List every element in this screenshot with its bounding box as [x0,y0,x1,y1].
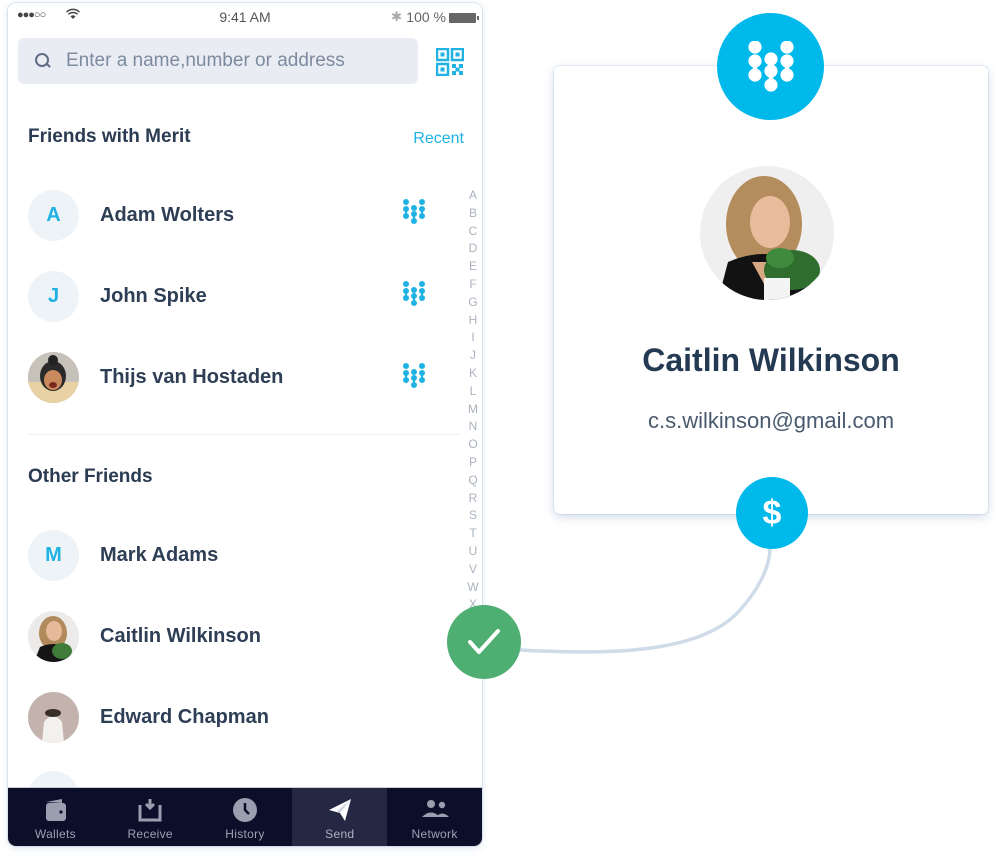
index-letter[interactable]: F [469,276,476,294]
tab-label: Receive [127,827,173,841]
index-letter[interactable]: V [469,561,477,579]
tab-label: Network [411,827,458,841]
tab-bar: Wallets Receive History Send Network [8,787,482,846]
battery-icon [449,13,479,23]
tab-network[interactable]: Network [387,788,482,846]
merit-logo-icon [403,281,425,306]
alphabet-index[interactable]: ABCDEFGHIJKLMNOPQRSTUVWX [466,187,480,614]
avatar: M [28,529,79,581]
recent-sort-button[interactable]: Recent [413,130,464,148]
index-letter[interactable]: G [468,294,477,312]
section-divider [28,434,460,435]
contact-name: Edward Chapman [100,705,269,728]
index-letter[interactable]: B [469,205,477,223]
profile-name: Caitlin Wilkinson [642,342,900,378]
index-letter[interactable]: L [470,383,477,401]
contact-name: Caitlin Wilkinson [100,624,261,647]
battery-percent: 100 % [406,9,446,25]
history-clock-icon [232,798,257,822]
avatar-photo [28,691,79,743]
send-paper-plane-icon [328,799,351,821]
index-letter[interactable]: A [469,187,477,205]
send-money-button[interactable]: $ [736,477,808,549]
index-letter[interactable]: I [471,329,474,347]
index-letter[interactable]: O [468,436,477,454]
avatar-photo [28,610,79,662]
avatar: A [28,189,79,241]
search-input[interactable] [66,50,406,72]
index-letter[interactable]: E [469,258,477,276]
section-title-merit-friends: Friends with Merit [28,126,191,147]
merit-logo-icon [403,199,425,224]
tab-send[interactable]: Send [292,788,388,846]
index-letter[interactable]: M [468,401,478,419]
checkmark-icon [468,629,500,654]
merit-logo-badge [717,13,824,120]
index-letter[interactable]: C [469,223,478,241]
avatar: J [28,270,79,322]
index-letter[interactable]: H [469,312,478,330]
status-bar: ●●●○○ 9:41 AM ✱ 100 % [8,3,482,31]
profile-email: c.s.wilkinson@gmail.com [647,408,895,433]
contact-row[interactable]: A Adam Wolters [28,188,448,242]
qr-code-icon[interactable] [436,48,464,76]
index-letter[interactable]: P [469,454,477,472]
index-letter[interactable]: S [469,507,477,525]
tab-label: Wallets [34,827,76,841]
dollar-icon: $ [762,493,782,532]
contact-row[interactable]: Thijs van Hostaden [28,350,448,404]
network-people-icon [421,800,449,817]
search-bar[interactable] [18,38,418,84]
index-letter[interactable]: T [469,525,476,543]
phone-screen: ●●●○○ 9:41 AM ✱ 100 % Friends with Merit… [8,3,482,846]
wallet-icon [46,799,67,821]
confirm-check-button[interactable] [447,605,521,679]
section-title-other-friends: Other Friends [28,466,153,487]
tab-history[interactable]: History [198,788,293,846]
contact-row[interactable]: J John Spike [28,269,448,323]
tab-receive[interactable]: Receive [103,788,198,846]
index-letter[interactable]: Q [468,472,477,490]
index-letter[interactable]: J [470,347,476,365]
contact-row[interactable]: Edward Chapman [28,690,448,744]
profile-photo [700,166,834,300]
merit-logo-icon [747,40,794,92]
index-letter[interactable]: W [467,579,478,597]
contact-name: Mark Adams [100,543,219,566]
receive-icon [138,799,162,822]
index-letter[interactable]: D [469,240,478,258]
bluetooth-icon: ✱ [391,9,402,24]
contact-name: John Spike [100,284,207,307]
search-icon [34,52,52,70]
avatar-photo [28,351,79,403]
contact-row[interactable]: M Mark Adams [28,528,448,582]
merit-logo-icon [403,363,425,388]
tab-label: History [225,827,265,841]
contact-name: Adam Wolters [100,203,235,226]
index-letter[interactable]: R [469,490,478,508]
index-letter[interactable]: N [469,418,478,436]
index-letter[interactable]: U [469,543,478,561]
contact-name: Thijs van Hostaden [100,365,284,388]
tab-label: Send [325,827,355,841]
tab-wallets[interactable]: Wallets [8,788,103,846]
contact-row[interactable]: Caitlin Wilkinson [28,609,448,663]
index-letter[interactable]: K [469,365,477,383]
